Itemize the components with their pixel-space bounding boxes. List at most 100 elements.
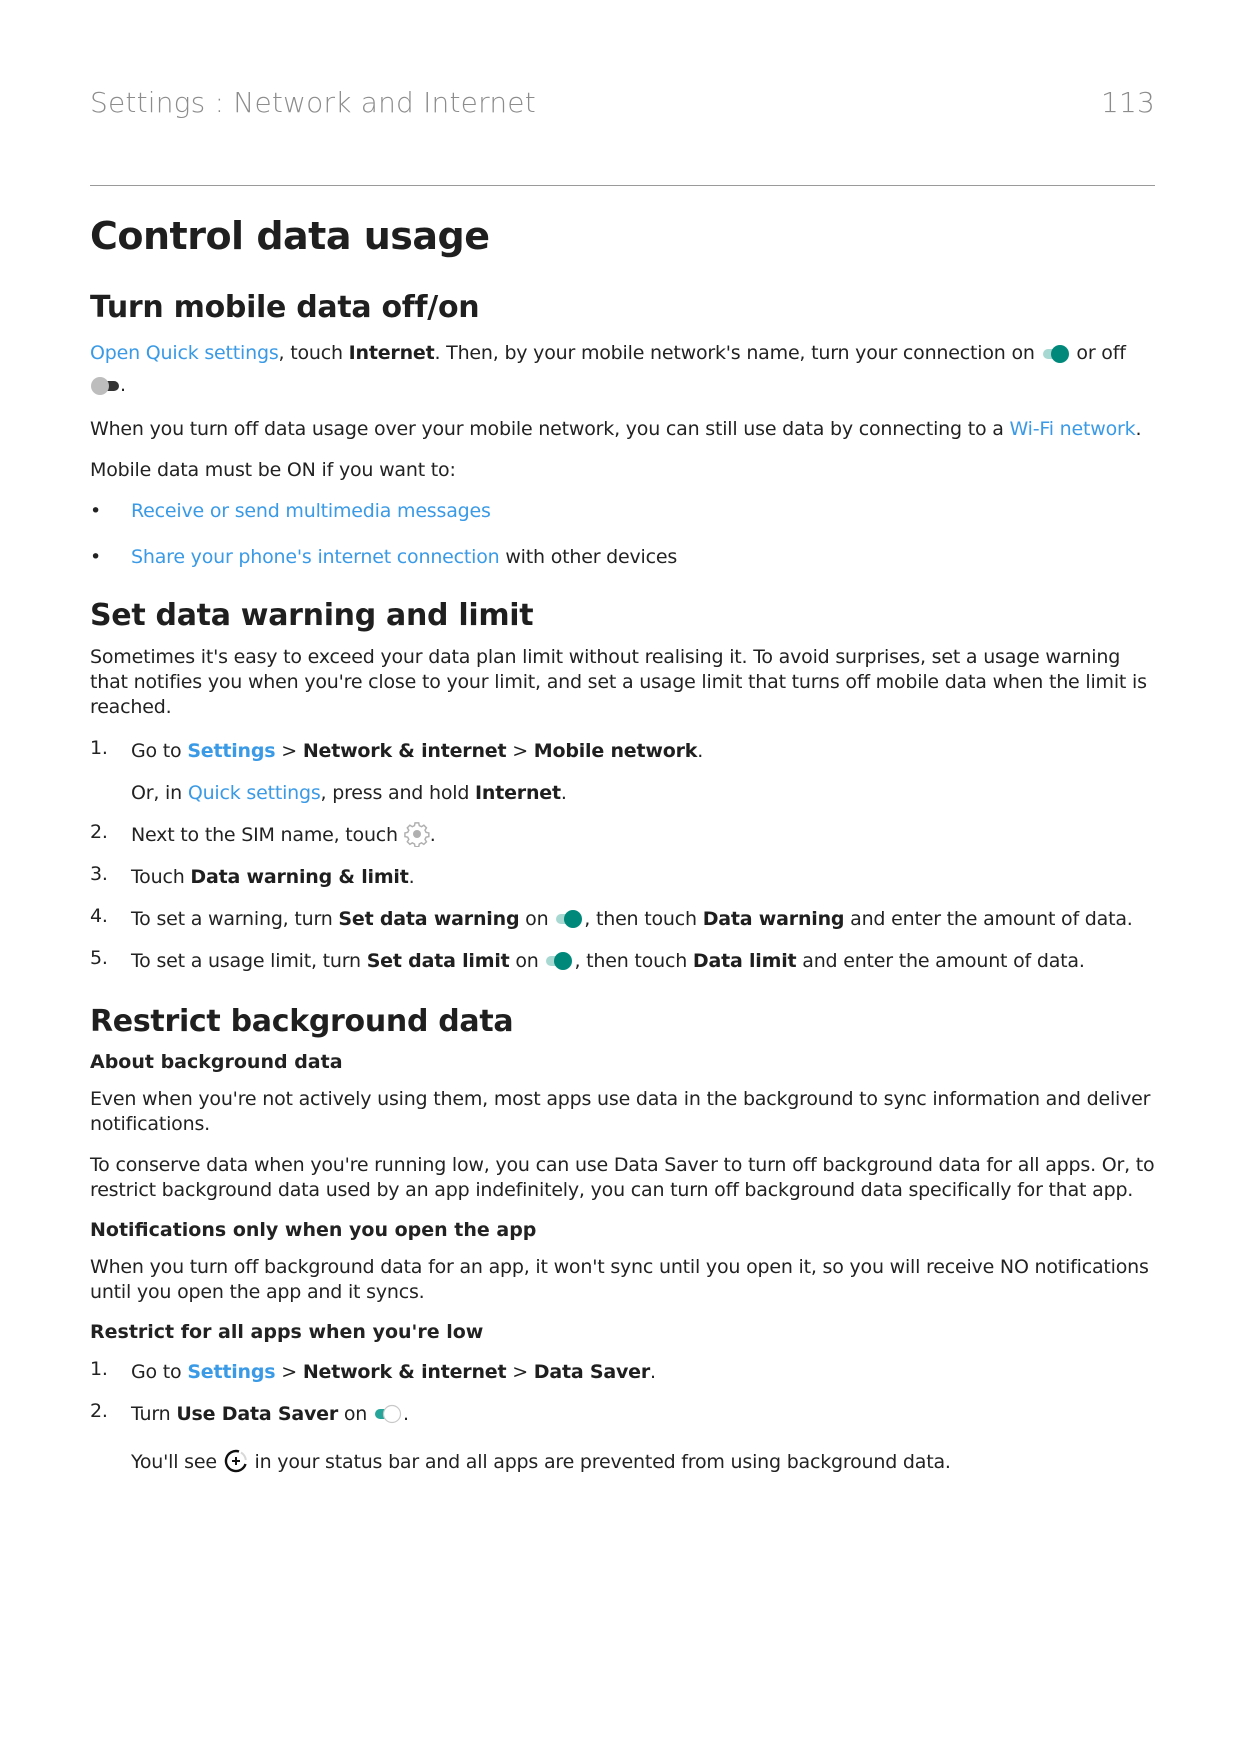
step-item: 2. Next to the SIM name, touch . [90,820,1155,850]
section-data-warning: Set data warning and limit Sometimes it'… [90,598,1155,976]
section-heading: Turn mobile data off/on [90,290,480,325]
section-heading: Set data warning and limit [90,598,534,633]
paragraph: Mobile data must be ON if you want to: [90,459,456,481]
section-heading: Restrict background data [90,1004,514,1039]
text: , press and hold [320,782,476,804]
text: with other devices [499,546,678,568]
step-item: 4. To set a warning, turn Set data warni… [90,904,1155,934]
text: . [697,740,704,762]
text: and enter the amount of data. [796,950,1085,972]
bullet-icon: • [90,546,102,568]
text: . [429,824,436,846]
text: Next to the SIM name, touch [131,824,404,846]
bold-text: Data limit [692,950,797,972]
text: . [650,1361,656,1383]
step-item: 1. Go to Settings > Network & internet >… [90,736,1155,808]
text: in your status bar and all apps are prev… [248,1451,951,1473]
text: > [275,740,303,762]
paragraph: Even when you're not actively using them… [90,1088,1151,1135]
toggle-on-icon [554,908,584,928]
bold-text: Network & internet [302,1361,507,1383]
subheading: Notifications only when you open the app [90,1219,537,1241]
settings-link[interactable]: Settings [187,740,275,762]
paragraph: When you turn off data usage over your m… [90,417,1155,442]
text: , then touch [584,908,703,930]
toggle-on-icon [544,950,574,970]
bold-text: Data Saver [533,1361,651,1383]
steps-list: 1. Go to Settings > Network & internet >… [90,736,1155,976]
text: on [519,908,555,930]
text: and enter the amount of data. [844,908,1133,930]
step-number: 1. [90,1358,108,1380]
bold-text: Set data limit [366,950,510,972]
share-internet-link[interactable]: Share your phone's internet connection [131,546,500,568]
paragraph: When you turn off background data for an… [90,1256,1149,1303]
steps-list: 1. Go to Settings > Network & internet >… [90,1357,1155,1477]
text: > [506,740,534,762]
text: on [338,1403,373,1425]
bold-text: Internet [348,342,435,364]
text: on [509,950,545,972]
page-title: Control data usage [90,214,490,258]
bold-text: Use Data Saver [176,1403,339,1425]
text: . [402,1403,409,1425]
toggle-off-icon [90,374,120,395]
wifi-network-link[interactable]: Wi-Fi network [1010,418,1136,440]
paragraph: Sometimes it's easy to exceed your data … [90,646,1147,718]
step-item: 5. To set a usage limit, turn Set data l… [90,946,1155,976]
settings-link[interactable]: Settings [187,1361,275,1383]
bold-text: Network & internet [302,740,507,762]
text: or off [1070,342,1126,364]
quick-settings-link[interactable]: Quick settings [188,782,321,804]
subheading: Restrict for all apps when you're low [90,1321,484,1343]
text: , touch [278,342,349,364]
bold-text: Mobile network [533,740,698,762]
section-mobile-data: Turn mobile data off/on Open Quick setti… [90,290,1155,570]
step-number: 2. [90,821,108,843]
text: To set a usage limit, turn [131,950,367,972]
step-note: Or, in Quick settings, press and hold In… [131,778,1155,808]
text: You'll see [131,1451,223,1473]
text: Turn [131,1403,177,1425]
section-background-data: Restrict background data About backgroun… [90,1004,1155,1477]
step-number: 4. [90,905,108,927]
page-number: 113 [1100,86,1155,119]
text: . [408,866,415,888]
page-content: Control data usage Turn mobile data off/… [90,214,1155,1505]
bold-text: Internet [475,782,561,804]
step-item: 1. Go to Settings > Network & internet >… [90,1357,1155,1387]
text: Go to [131,740,188,762]
step-item: 2. Turn Use Data Saver on . You'll see i… [90,1399,1155,1477]
text: Or, in [131,782,188,804]
text: Go to [131,1361,188,1383]
text: . [560,782,567,804]
step-number: 5. [90,947,108,969]
bold-text: Set data warning [338,908,520,930]
running-title: Settings : Network and Internet [90,86,536,119]
gear-icon [403,821,430,847]
running-header: Settings : Network and Internet 113 [90,86,1155,119]
paragraph: To conserve data when you're running low… [90,1154,1155,1201]
bold-text: Data warning [702,908,845,930]
paragraph: Open Quick settings, touch Internet. The… [90,337,1155,401]
open-quick-settings-link[interactable]: Open Quick settings [90,342,279,364]
text: , then touch [574,950,693,972]
data-saver-toggle-icon [373,1403,403,1423]
text: . [1135,418,1142,440]
text: When you turn off data usage over your m… [90,418,1010,440]
multimedia-messages-link[interactable]: Receive or send multimedia messages [131,500,491,522]
step-note: You'll see in your status bar and all ap… [131,1447,1155,1477]
text: . [120,374,126,396]
list-item: • Share your phone's internet connection … [90,545,1155,570]
text: Touch [131,866,191,888]
header-divider [90,185,1155,186]
bullet-icon: • [90,500,102,522]
step-number: 2. [90,1400,108,1422]
text: > [506,1361,534,1383]
step-number: 3. [90,863,108,885]
subheading: About background data [90,1051,343,1073]
text: . Then, by your mobile network's name, t… [434,342,1041,364]
text: > [275,1361,303,1383]
step-number: 1. [90,737,108,759]
bold-text: Data warning & limit [190,866,409,888]
